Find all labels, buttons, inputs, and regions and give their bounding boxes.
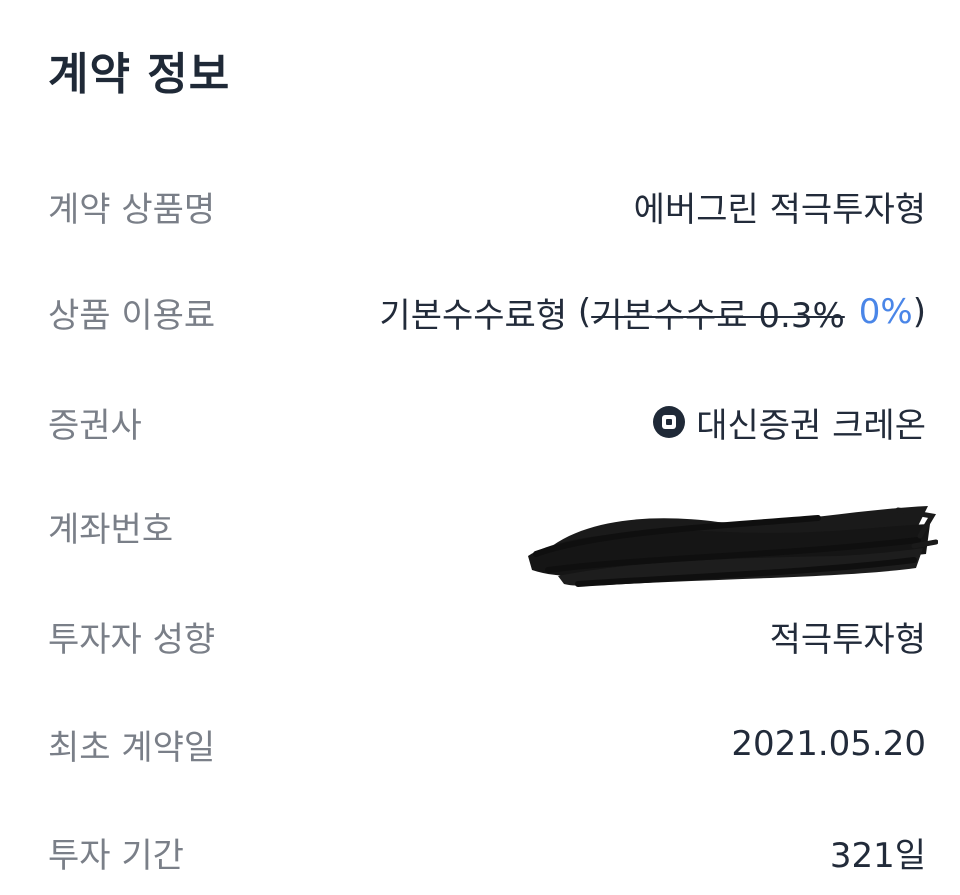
product-name-value: 에버그린 적극투자형 — [633, 189, 926, 230]
investor-profile-value: 적극투자형 — [769, 619, 926, 660]
row-investor-profile: 투자자 성향 적극투자형 — [48, 606, 926, 666]
redaction-scribble-icon — [528, 506, 938, 587]
first-contract-date-label: 최초 계약일 — [48, 727, 216, 768]
row-broker: 증권사 대신증권 크레온 — [48, 392, 926, 452]
broker-name: 대신증권 크레온 — [696, 405, 926, 446]
first-contract-date-value: 2021.05.20 — [731, 724, 926, 764]
row-first-contract-date: 최초 계약일 2021.05.20 — [48, 714, 926, 774]
account-number-redacted — [518, 496, 938, 596]
broker-logo-icon — [652, 405, 686, 439]
row-investment-period: 투자 기간 321일 — [48, 822, 926, 882]
investor-profile-label: 투자자 성향 — [48, 619, 216, 660]
paren-close: ) — [912, 292, 926, 332]
section-title: 계약 정보 — [48, 49, 231, 100]
investment-period-value: 321일 — [829, 835, 926, 876]
row-product-fee: 상품 이용료 기본수수료형 ( 기본수수료 0.3% 0% ) — [48, 282, 926, 342]
discounted-fee: 0% — [858, 292, 913, 332]
product-fee-label: 상품 이용료 — [48, 295, 216, 336]
broker-label: 증권사 — [48, 405, 142, 446]
contract-info-page: 계약 정보 계약 상품명 에버그린 적극투자형 상품 이용료 기본수수료형 ( … — [0, 0, 960, 895]
product-fee-value: 기본수수료형 ( 기본수수료 0.3% 0% ) — [379, 288, 926, 337]
broker-value: 대신증권 크레온 — [652, 398, 926, 447]
row-product-name: 계약 상품명 에버그린 적극투자형 — [48, 176, 926, 236]
account-number-label: 계좌번호 — [48, 509, 174, 550]
product-name-label: 계약 상품명 — [48, 189, 216, 230]
investment-period-label: 투자 기간 — [48, 835, 184, 876]
paren-open: ( — [577, 292, 592, 332]
fee-type: 기본수수료형 — [379, 295, 578, 336]
original-fee: 기본수수료 0.3% — [591, 295, 845, 336]
row-account-number: 계좌번호 — [48, 496, 938, 587]
